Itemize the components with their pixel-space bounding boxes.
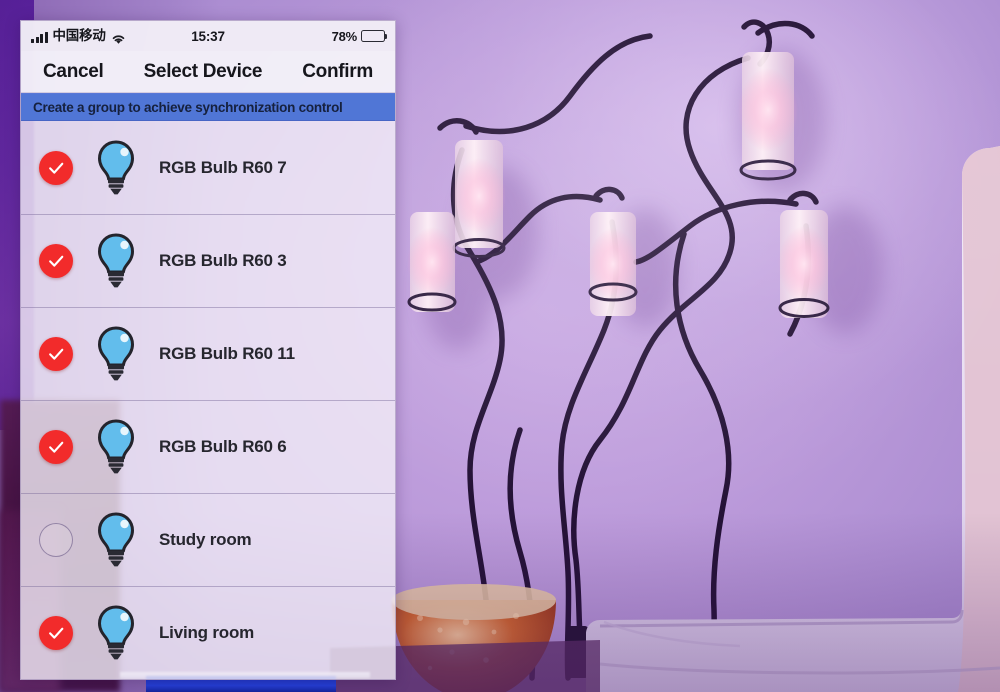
status-bar: 中国移动 15:37 78%: [21, 21, 395, 51]
device-label: Living room: [159, 623, 255, 642]
bulb-icon: [95, 418, 137, 476]
device-label: RGB Bulb R60 3: [159, 251, 287, 270]
confirm-button[interactable]: Confirm: [302, 61, 373, 83]
status-bar-right: 78%: [331, 28, 388, 44]
device-row-4[interactable]: Study room: [21, 493, 395, 586]
device-row-1[interactable]: RGB Bulb R60 3: [21, 214, 395, 307]
battery-percent-label: 78%: [331, 28, 358, 44]
device-label: RGB Bulb R60 11: [159, 344, 295, 363]
nav-bar: Cancel Select Device Confirm: [21, 51, 395, 93]
cancel-button[interactable]: Cancel: [43, 61, 104, 83]
check-circle-filled-icon[interactable]: [39, 337, 73, 371]
bulb-icon: [95, 511, 137, 569]
page-title: Select Device: [143, 60, 263, 82]
device-row-0[interactable]: RGB Bulb R60 7: [21, 121, 395, 214]
check-icon: [49, 627, 64, 639]
check-icon: [49, 441, 64, 453]
battery-icon: [361, 30, 388, 42]
check-icon: [49, 348, 64, 360]
device-row-5[interactable]: Living room: [21, 586, 395, 679]
screenshot-root: 中国移动 15:37 78% Cancel Select Device Conf…: [0, 0, 1000, 692]
device-label: Study room: [159, 530, 252, 549]
device-list: RGB Bulb R60 7 RGB Bulb R60 3 RGB Bulb R…: [21, 121, 395, 679]
check-circle-filled-icon[interactable]: [39, 150, 73, 185]
device-label: RGB Bulb R60 6: [159, 437, 287, 456]
bulb-icon: [95, 325, 137, 383]
device-row-2[interactable]: RGB Bulb R60 11: [21, 307, 395, 400]
sync-group-banner: Create a group to achieve synchronizatio…: [21, 93, 395, 121]
bulb-icon: [95, 604, 137, 662]
check-circle-filled-icon[interactable]: [39, 430, 73, 464]
phone-screen: 中国移动 15:37 78% Cancel Select Device Conf…: [20, 20, 396, 680]
check-circle-filled-icon[interactable]: [39, 244, 73, 278]
check-circle-filled-icon[interactable]: [39, 616, 73, 650]
bulb-icon: [95, 139, 137, 197]
device-row-3[interactable]: RGB Bulb R60 6: [21, 400, 395, 493]
device-label: RGB Bulb R60 7: [159, 157, 287, 177]
check-icon: [49, 255, 64, 267]
banner-text: Create a group to achieve synchronizatio…: [33, 99, 343, 115]
circle-empty-icon[interactable]: [39, 523, 73, 557]
check-icon: [49, 162, 64, 174]
bulb-icon: [95, 232, 137, 290]
